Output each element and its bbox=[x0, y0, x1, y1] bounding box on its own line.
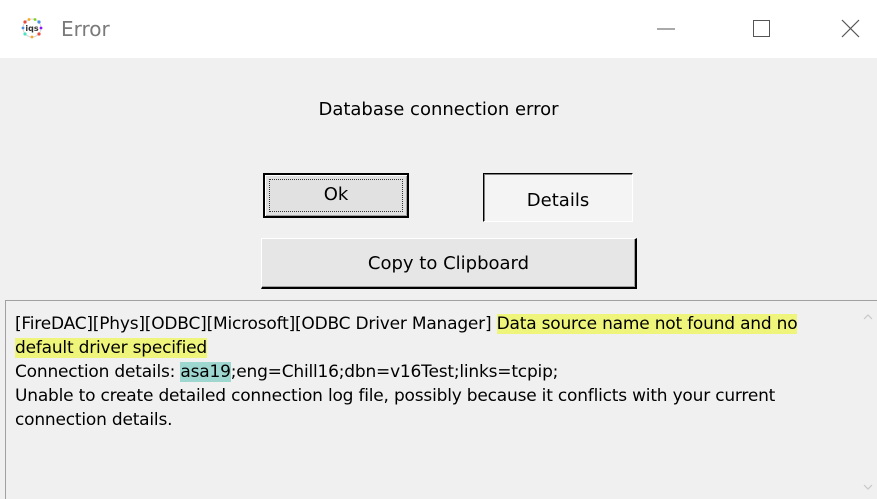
log-error-source: [FireDAC][Phys][ODBC][Microsoft][ODBC Dr… bbox=[15, 314, 497, 334]
iqs-logo-icon: iqs bbox=[19, 17, 45, 39]
vertical-scrollbar[interactable] bbox=[859, 301, 877, 499]
log-line-connection: Connection details: asa19;eng=Chill16;db… bbox=[15, 360, 855, 384]
log-line-warning: Unable to create detailed connection log… bbox=[15, 386, 776, 430]
ok-button-label: Ok bbox=[323, 184, 349, 205]
maximize-icon bbox=[738, 8, 784, 50]
window-title: Error bbox=[61, 17, 110, 41]
log-connection-prefix: Connection details: bbox=[15, 362, 181, 382]
details-button[interactable]: Details bbox=[483, 173, 633, 222]
maximize-button[interactable] bbox=[738, 8, 784, 50]
title-bar[interactable]: iqs Error bbox=[0, 0, 877, 58]
ok-button[interactable]: Ok bbox=[263, 173, 409, 218]
copy-button-label: Copy to Clipboard bbox=[367, 252, 530, 274]
copy-to-clipboard-button[interactable]: Copy to Clipboard bbox=[261, 238, 637, 289]
scroll-down-icon[interactable] bbox=[861, 479, 875, 493]
log-connection-rest: ;eng=Chill16;dbn=v16Test;links=tcpip; bbox=[230, 362, 559, 382]
minimize-icon bbox=[643, 8, 689, 50]
error-message: Database connection error bbox=[318, 99, 559, 120]
scroll-up-icon[interactable] bbox=[861, 309, 875, 323]
minimize-button[interactable] bbox=[643, 8, 689, 50]
svg-text:iqs: iqs bbox=[25, 24, 38, 33]
log-line-error: [FireDAC][Phys][ODBC][Microsoft][ODBC Dr… bbox=[15, 312, 855, 360]
details-button-label: Details bbox=[526, 190, 590, 211]
close-button[interactable] bbox=[826, 8, 872, 50]
error-dialog: iqs Error Database connection error Ok D… bbox=[0, 0, 877, 499]
log-text: [FireDAC][Phys][ODBC][Microsoft][ODBC Dr… bbox=[15, 312, 855, 432]
close-icon bbox=[826, 8, 872, 50]
log-connection-dsn: asa19 bbox=[180, 362, 231, 382]
details-log-memo[interactable]: [FireDAC][Phys][ODBC][Microsoft][ODBC Dr… bbox=[5, 300, 877, 499]
